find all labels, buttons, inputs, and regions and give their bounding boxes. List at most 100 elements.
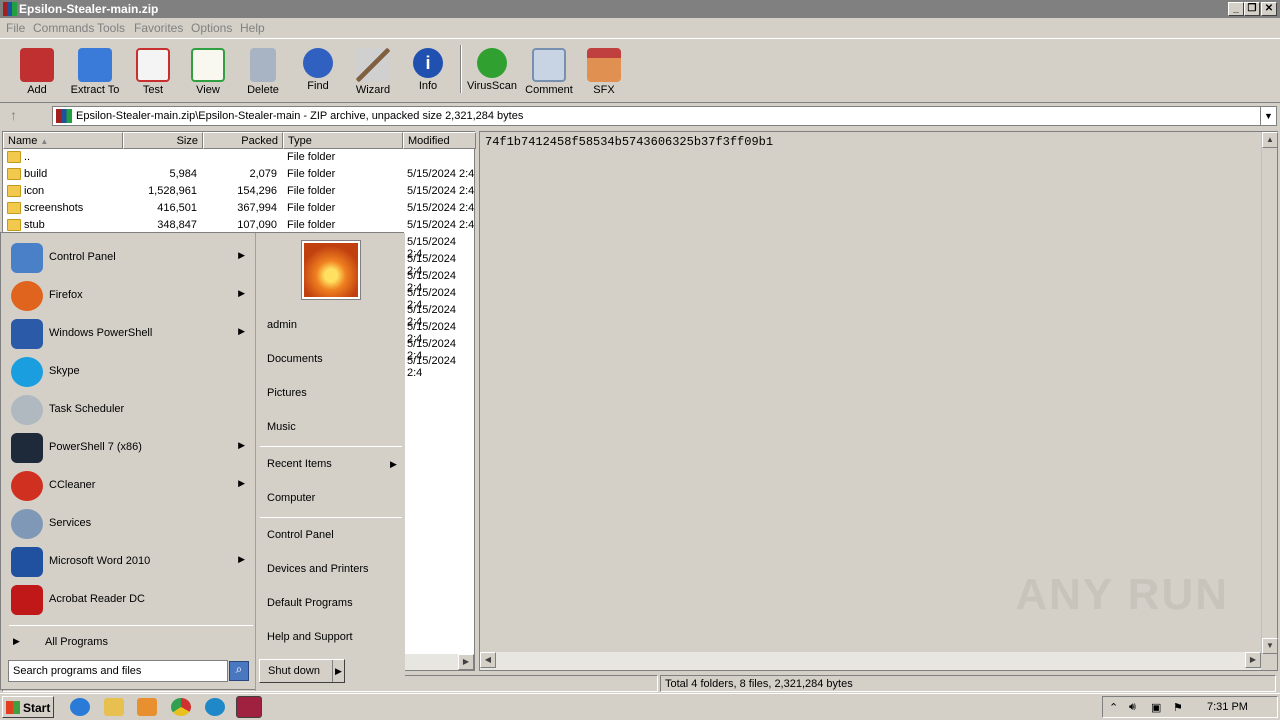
find-label: Find (307, 80, 329, 92)
menu-options[interactable]: Options (191, 21, 232, 35)
col-name-label: Name (8, 135, 38, 147)
wizard-button[interactable]: Wizard (345, 45, 401, 101)
shutdown-options-arrow-icon[interactable]: ▶ (332, 660, 344, 682)
delete-button[interactable]: Delete (235, 45, 291, 101)
scroll-right-button[interactable]: ▶ (458, 654, 474, 670)
menu-separator (260, 517, 402, 518)
start-item-firefox[interactable]: Firefox ▶ (3, 277, 253, 315)
col-size-header[interactable]: Size (123, 132, 203, 149)
menu-tools[interactable]: Tools (97, 21, 125, 35)
start-item-word[interactable]: Microsoft Word 2010 ▶ (3, 543, 253, 581)
scroll-down-button[interactable]: ▼ (1262, 638, 1278, 654)
find-button[interactable]: Find (290, 45, 346, 101)
col-packed-header[interactable]: Packed (203, 132, 283, 149)
vertical-scrollbar[interactable]: ▲ ▼ (1261, 132, 1278, 654)
file-name: .. (24, 151, 31, 163)
explorer-folder-icon[interactable] (104, 698, 124, 716)
folder-icon (7, 202, 21, 214)
file-type: File folder (287, 219, 336, 231)
up-arrow-icon[interactable]: ↑ (10, 107, 32, 125)
file-type: File folder (287, 185, 336, 197)
submenu-arrow-icon: ▶ (238, 478, 245, 488)
viewer-horizontal-scrollbar[interactable]: ◀ ▶ (480, 652, 1261, 670)
add-button[interactable]: Add (9, 45, 65, 101)
volume-icon[interactable]: 🔊︎ (1129, 701, 1136, 714)
submenu-arrow-icon: ▶ (238, 440, 245, 450)
start-item-windows-powershell[interactable]: Windows PowerShell ▶ (3, 315, 253, 353)
restore-button[interactable]: ❐ (1244, 2, 1260, 16)
tray-expand-icon[interactable]: ⌃ (1109, 701, 1118, 714)
path-dropdown-button[interactable]: ▼ (1260, 107, 1276, 125)
place-devices-printers[interactable]: Devices and Printers (267, 563, 369, 575)
table-row[interactable]: icon 1,528,961 154,296 File folder 5/15/… (3, 183, 476, 200)
menu-commands[interactable]: Commands (33, 21, 94, 35)
address-bar: ↑ Epsilon-Stealer-main.zip\Epsilon-Steal… (0, 102, 1280, 128)
menu-help[interactable]: Help (240, 21, 265, 35)
shutdown-button[interactable]: Shut down ▶ (259, 659, 345, 683)
submenu-arrow-icon: ▶ (238, 326, 245, 336)
scroll-left-button[interactable]: ◀ (480, 652, 496, 668)
menu-favorites[interactable]: Favorites (134, 21, 183, 35)
edge-icon[interactable] (205, 698, 225, 716)
winrar-icon[interactable] (236, 696, 262, 718)
start-item-powershell7[interactable]: PowerShell 7 (x86) ▶ (3, 429, 253, 467)
col-modified-header[interactable]: Modified (403, 132, 476, 149)
start-item-skype[interactable]: Skype (3, 353, 253, 391)
start-item-label: Acrobat Reader DC (49, 593, 145, 605)
all-programs-item[interactable]: ▶ All Programs (3, 631, 253, 655)
scroll-up-button[interactable]: ▲ (1262, 132, 1278, 148)
minimize-button[interactable]: _ (1228, 2, 1244, 16)
col-name-header[interactable]: Name ▲ (3, 132, 123, 149)
place-music[interactable]: Music (267, 421, 296, 433)
file-modified: 5/15/2024 2:4 (407, 168, 475, 180)
start-item-ccleaner[interactable]: CCleaner ▶ (3, 467, 253, 505)
sfx-button[interactable]: SFX (576, 45, 632, 101)
trash-icon (250, 48, 276, 82)
place-documents[interactable]: Documents (267, 353, 323, 365)
expand-arrow-icon: ▶ (13, 636, 20, 646)
place-control-panel[interactable]: Control Panel (267, 529, 334, 541)
place-admin[interactable]: admin (267, 319, 297, 331)
place-pictures[interactable]: Pictures (267, 387, 307, 399)
col-type-header[interactable]: Type (283, 132, 403, 149)
extract-to-button[interactable]: Extract To (67, 45, 123, 101)
scroll-right-button[interactable]: ▶ (1245, 652, 1261, 668)
place-recent-items[interactable]: Recent Items (267, 458, 332, 470)
info-button[interactable]: i Info (400, 45, 456, 101)
start-item-label: Firefox (49, 289, 83, 301)
action-center-flag-icon[interactable]: ⚑ (1173, 701, 1183, 714)
comment-label: Comment (525, 84, 573, 96)
menu-file[interactable]: File (6, 21, 25, 35)
view-button[interactable]: View (180, 45, 236, 101)
ie-icon[interactable] (70, 698, 90, 716)
start-item-acrobat[interactable]: Acrobat Reader DC (3, 581, 253, 619)
search-input[interactable]: Search programs and files (8, 660, 228, 682)
virusscan-button[interactable]: VirusScan (464, 45, 520, 101)
file-modified: 5/15/2024 2:4 (407, 304, 456, 328)
network-icon[interactable]: ▣ (1151, 701, 1161, 714)
start-item-services[interactable]: Services (3, 505, 253, 543)
table-row[interactable]: .. File folder (3, 149, 476, 166)
close-button[interactable]: ✕ (1261, 2, 1277, 16)
start-item-label: CCleaner (49, 479, 96, 491)
clock[interactable]: 7:31 PM (1207, 701, 1248, 713)
place-default-programs[interactable]: Default Programs (267, 597, 353, 609)
test-button[interactable]: Test (125, 45, 181, 101)
file-packed: 107,090 (237, 219, 277, 231)
place-help-support[interactable]: Help and Support (267, 631, 353, 643)
chrome-icon[interactable] (171, 698, 191, 716)
table-row[interactable]: build 5,984 2,079 File folder 5/15/2024 … (3, 166, 476, 183)
wand-icon (356, 48, 390, 82)
start-item-control-panel[interactable]: Control Panel ▶ (3, 239, 253, 277)
virus-scan-icon (477, 48, 507, 78)
file-modified: 5/15/2024 2:4 (407, 338, 456, 362)
table-row[interactable]: screenshots 416,501 367,994 File folder … (3, 200, 476, 217)
start-button[interactable]: Start (2, 696, 54, 718)
comment-button[interactable]: Comment (521, 45, 577, 101)
path-field[interactable]: Epsilon-Stealer-main.zip\Epsilon-Stealer… (52, 106, 1277, 126)
start-item-task-scheduler[interactable]: Task Scheduler (3, 391, 253, 429)
menu-bar: File Commands Tools Favorites Options He… (0, 18, 1280, 38)
search-icon[interactable]: ⌕ (229, 661, 249, 681)
place-computer[interactable]: Computer (267, 492, 315, 504)
media-player-icon[interactable] (137, 698, 157, 716)
